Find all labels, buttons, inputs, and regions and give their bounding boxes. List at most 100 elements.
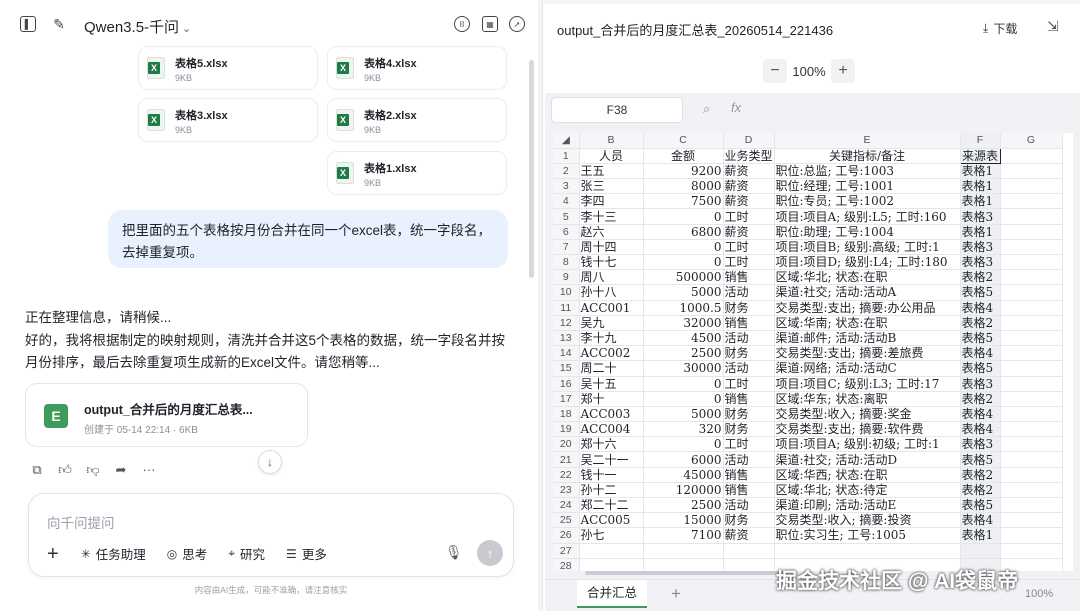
table-cell[interactable]: 2500 (643, 497, 724, 514)
table-cell[interactable] (1000, 330, 1063, 347)
table-cell[interactable]: 表格4 (960, 421, 1001, 438)
download-button[interactable]: ⤓ 下载 (983, 20, 1017, 37)
table-cell[interactable] (1000, 224, 1063, 240)
attachment-card[interactable]: X 表格5.xlsx 9KB (138, 46, 318, 90)
table-cell[interactable]: 5000 (643, 284, 724, 301)
table-cell[interactable]: 项目:项目B; 级别:高级; 工时:1 (774, 239, 961, 256)
row-number[interactable]: 17 (553, 391, 580, 407)
table-cell[interactable]: 金额 (643, 148, 724, 164)
table-cell[interactable]: 销售 (723, 467, 775, 483)
table-cell[interactable]: 工时 (723, 239, 775, 256)
table-cell[interactable]: 财务 (723, 300, 775, 316)
table-cell[interactable]: 销售 (723, 391, 775, 407)
table-cell[interactable]: 渠道:网络; 活动:活动C (774, 360, 961, 377)
table-cell[interactable]: 500000 (643, 269, 724, 286)
table-cell[interactable]: 财务 (723, 406, 775, 423)
compass-icon[interactable]: ➚ (509, 16, 525, 32)
table-cell[interactable]: 4500 (643, 330, 724, 347)
grid-icon[interactable]: ▦ (482, 16, 498, 32)
table-cell[interactable]: 职位:经理; 工号:1001 (774, 178, 961, 195)
table-cell[interactable]: 表格3 (960, 376, 1001, 392)
pause-icon[interactable]: II (454, 16, 470, 32)
table-cell[interactable] (579, 543, 644, 559)
more-dots-icon[interactable]: ··· (142, 462, 156, 478)
table-cell[interactable]: 0 (643, 376, 724, 392)
send-button[interactable]: ↑ (477, 540, 503, 566)
share-icon[interactable]: ➦ (114, 462, 128, 478)
table-cell[interactable]: 渠道:印刷; 活动:活动E (774, 497, 961, 514)
row-number[interactable]: 5 (553, 208, 580, 225)
row-number[interactable]: 24 (553, 497, 580, 514)
table-cell[interactable]: 赵六 (579, 224, 644, 240)
add-sheet-icon[interactable]: + (671, 584, 681, 604)
table-cell[interactable]: 表格5 (960, 284, 1001, 301)
table-cell[interactable]: 薪资 (723, 193, 775, 210)
table-cell[interactable]: 0 (643, 239, 724, 256)
table-cell[interactable]: 孙十二 (579, 482, 644, 499)
table-cell[interactable]: 职位:实习生; 工号:1005 (774, 527, 961, 544)
row-number[interactable]: 27 (553, 543, 580, 559)
table-cell[interactable]: 表格5 (960, 497, 1001, 514)
table-cell[interactable] (960, 543, 1001, 559)
table-cell[interactable]: 表格4 (960, 345, 1001, 362)
row-number[interactable]: 3 (553, 178, 580, 195)
sheet-grid[interactable]: ◢ B C D E F G 1 人员 金额 业务类型 关键指标/备注 来源表 2 王五 9200… (553, 133, 1073, 571)
table-cell[interactable]: 吴九 (579, 315, 644, 331)
table-cell[interactable]: 项目:项目A; 级别:L5; 工时:160 (774, 208, 961, 225)
table-cell[interactable]: 来源表 (959, 147, 1001, 164)
column-header[interactable]: E (774, 133, 961, 149)
attachment-card[interactable]: X 表格3.xlsx 9KB (138, 98, 318, 142)
table-cell[interactable]: 周二十 (579, 360, 644, 377)
row-number[interactable]: 1 (553, 148, 580, 164)
row-number[interactable]: 20 (553, 436, 580, 453)
row-number[interactable]: 28 (553, 558, 580, 571)
zoom-in-button[interactable]: + (831, 59, 855, 83)
new-chat-icon[interactable]: ✎ (50, 15, 68, 33)
table-cell[interactable]: 销售 (723, 482, 775, 499)
table-cell[interactable]: 工时 (723, 254, 775, 271)
table-cell[interactable]: 表格1 (960, 224, 1001, 240)
attachment-card[interactable]: X 表格1.xlsx 9KB (327, 151, 507, 195)
table-cell[interactable]: 表格1 (960, 178, 1001, 195)
table-cell[interactable]: 项目:项目D; 级别:L4; 工时:180 (774, 254, 961, 271)
table-cell[interactable] (1000, 543, 1063, 559)
table-cell[interactable]: 6800 (643, 224, 724, 240)
row-number[interactable]: 16 (553, 376, 580, 392)
scroll-down-icon[interactable]: ↓ (258, 450, 282, 474)
table-cell[interactable] (1000, 284, 1063, 301)
table-cell[interactable]: 郑十 (579, 391, 644, 407)
table-cell[interactable] (1000, 527, 1063, 544)
table-cell[interactable]: 孙七 (579, 527, 644, 544)
table-cell[interactable] (1000, 163, 1063, 180)
row-number[interactable]: 12 (553, 315, 580, 331)
table-cell[interactable]: 李十三 (579, 208, 644, 225)
chat-input[interactable]: 向千问提问 (47, 512, 115, 532)
table-cell[interactable]: 关键指标/备注 (774, 148, 961, 164)
table-cell[interactable]: 表格2 (960, 269, 1001, 286)
table-cell[interactable] (1000, 436, 1063, 453)
table-cell[interactable]: 渠道:社交; 活动:活动A (774, 284, 961, 301)
table-cell[interactable] (1000, 421, 1063, 438)
table-cell[interactable]: 郑十六 (579, 436, 644, 453)
table-cell[interactable]: 区域:华南; 状态:在职 (774, 315, 961, 331)
table-cell[interactable]: ACC004 (579, 421, 644, 438)
table-cell[interactable]: 120000 (643, 482, 724, 499)
table-cell[interactable]: 交易类型:收入; 摘要:投资 (774, 512, 961, 529)
table-cell[interactable]: 钱十七 (579, 254, 644, 271)
table-cell[interactable]: 0 (643, 391, 724, 407)
table-cell[interactable]: 职位:助理; 工号:1004 (774, 224, 961, 240)
table-cell[interactable]: ACC001 (579, 300, 644, 316)
tool-more[interactable]: ☰ 更多 (286, 544, 327, 563)
table-cell[interactable]: 5000 (643, 406, 724, 423)
table-cell[interactable]: 渠道:邮件; 活动:活动B (774, 330, 961, 347)
row-number[interactable]: 14 (553, 345, 580, 362)
table-cell[interactable]: 薪资 (723, 224, 775, 240)
table-cell[interactable] (1000, 376, 1063, 392)
table-cell[interactable]: 交易类型:支出; 摘要:差旅费 (774, 345, 961, 362)
tool-research[interactable]: ⌖ 研究 (228, 544, 265, 563)
row-number[interactable]: 21 (553, 451, 580, 468)
table-cell[interactable]: 活动 (723, 360, 775, 377)
table-cell[interactable] (1000, 512, 1063, 529)
table-cell[interactable]: 2500 (643, 345, 724, 362)
table-cell[interactable] (1000, 193, 1063, 210)
